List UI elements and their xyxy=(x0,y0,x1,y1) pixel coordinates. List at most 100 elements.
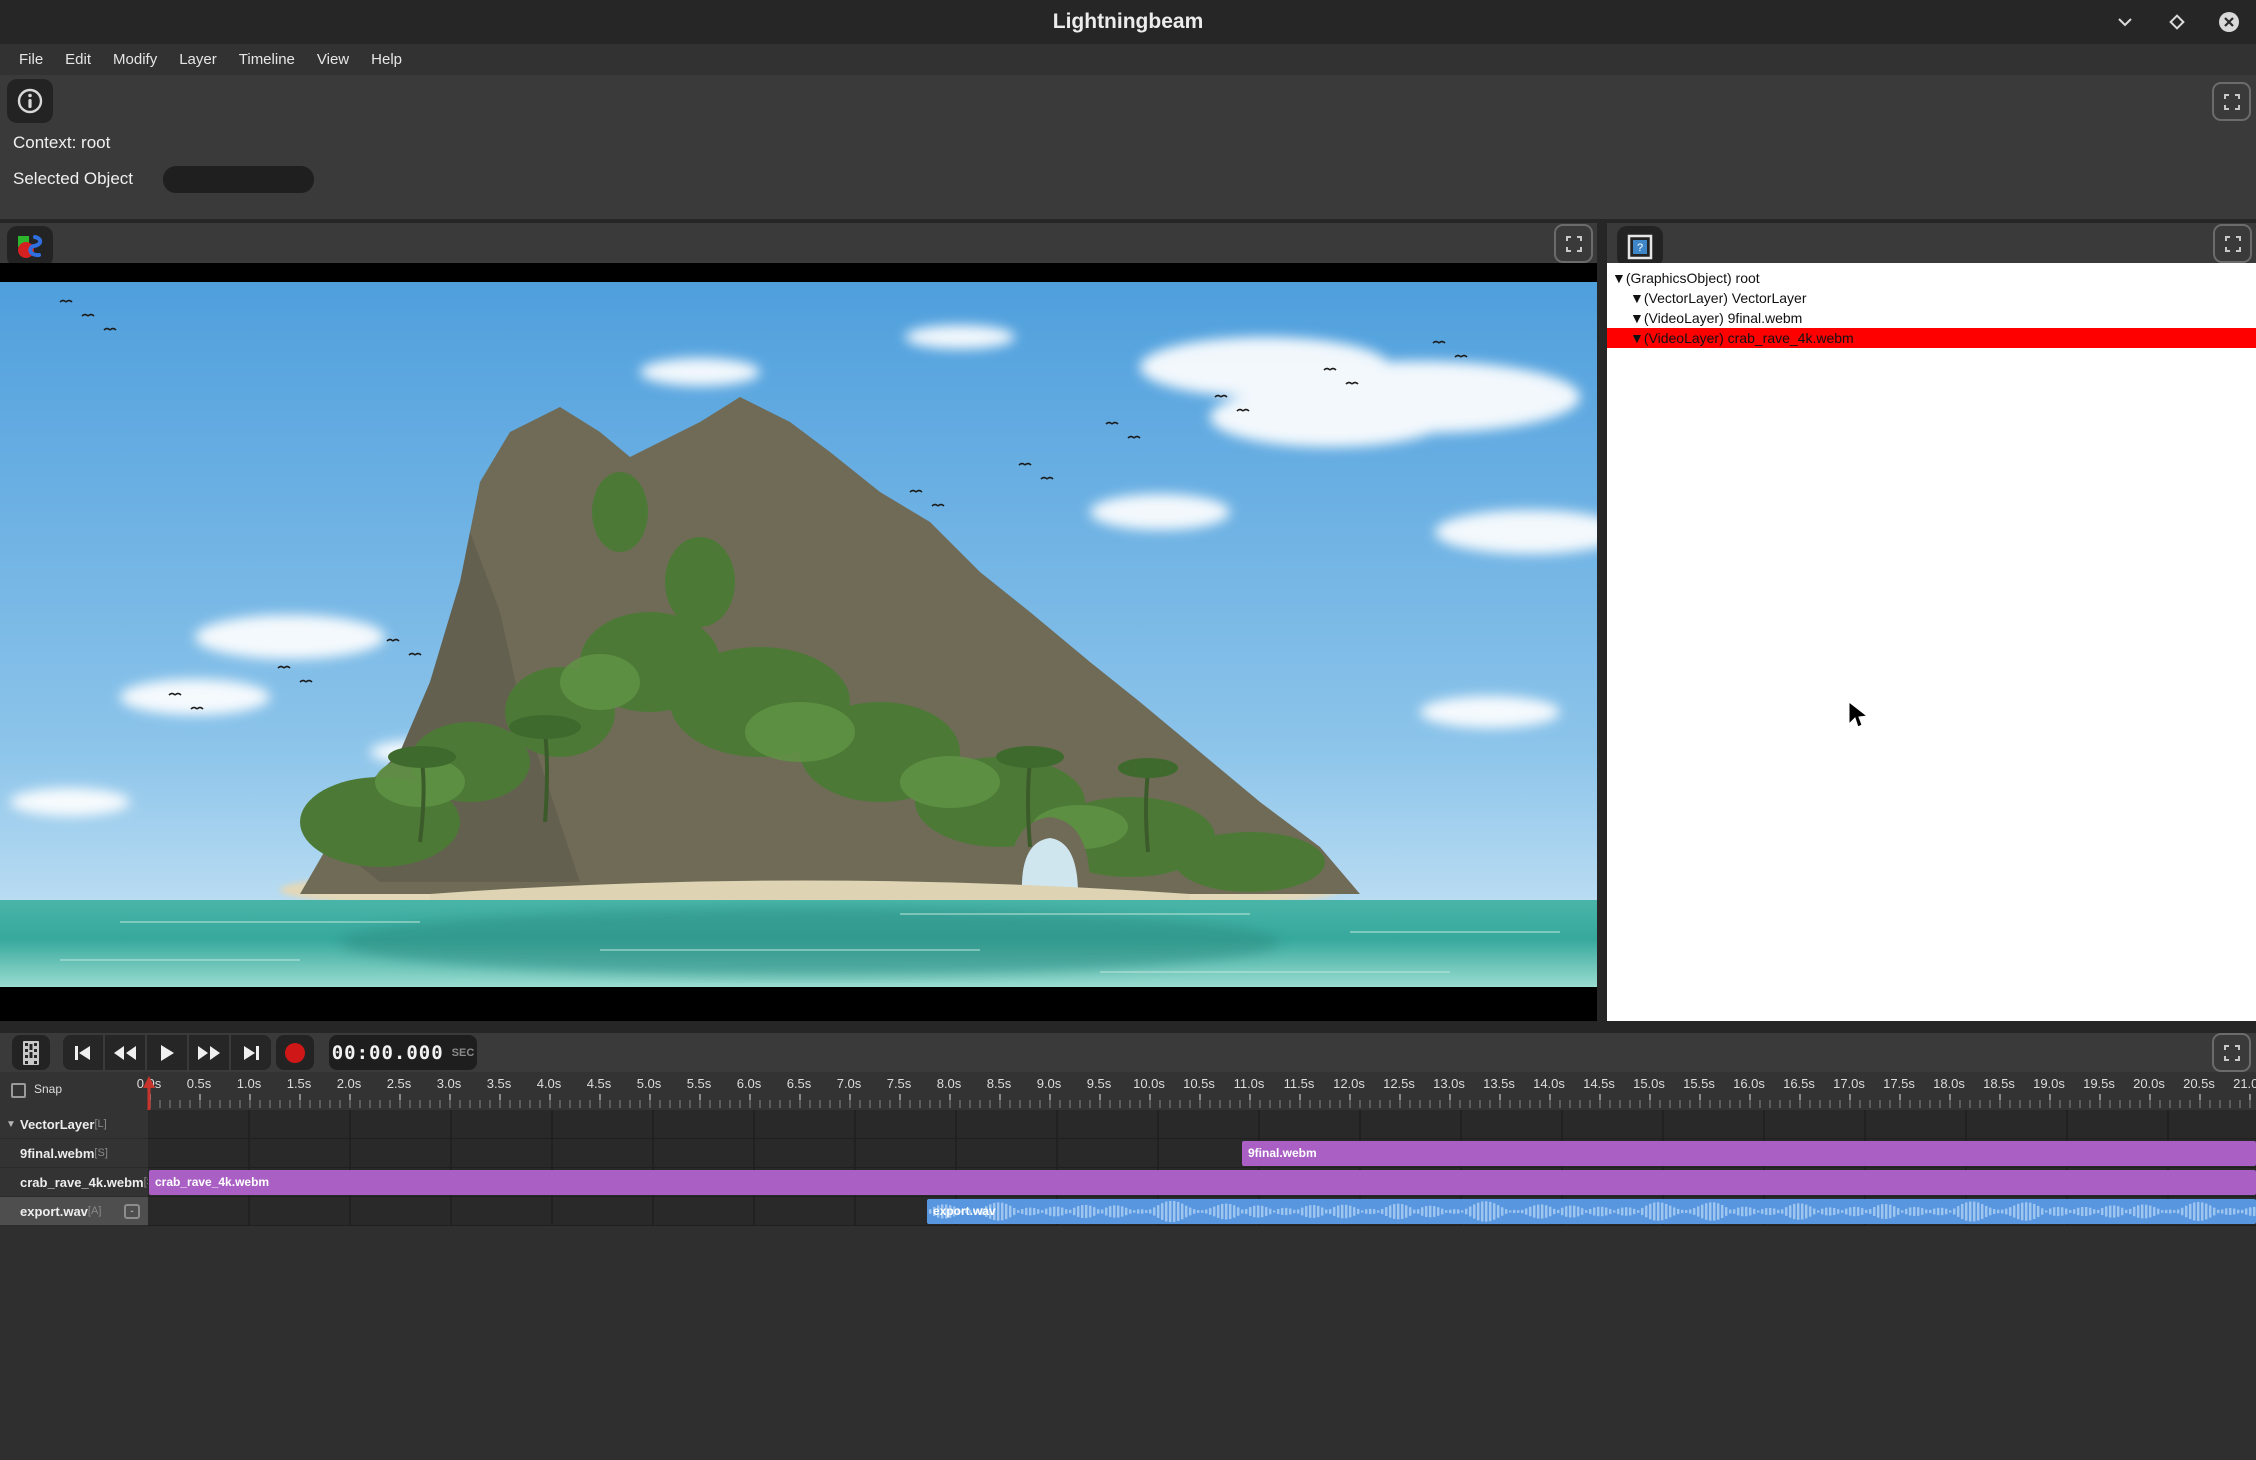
ruler-label: 8.0s xyxy=(937,1076,962,1091)
play-icon xyxy=(159,1044,175,1062)
collapse-arrow-icon[interactable]: ▼ xyxy=(6,1119,16,1130)
app-logo-button[interactable] xyxy=(7,226,53,267)
selected-object-input[interactable] xyxy=(163,166,314,193)
rewind-icon xyxy=(113,1045,137,1061)
ruler-minor-ticks xyxy=(149,1100,2256,1108)
ruler-label: 15.5s xyxy=(1683,1076,1715,1091)
outline-row[interactable]: ▼(GraphicsObject) root xyxy=(1607,268,2256,288)
menu-file[interactable]: File xyxy=(8,51,54,68)
clip-9final.webm[interactable]: 9final.webm xyxy=(1242,1141,2256,1166)
menu-layer[interactable]: Layer xyxy=(168,51,228,68)
track-type-tag: [S] xyxy=(94,1147,107,1159)
fast-forward-icon xyxy=(197,1045,221,1061)
record-icon xyxy=(285,1043,305,1063)
fullscreen-icon xyxy=(2223,1044,2241,1062)
track-type-tag: [L] xyxy=(94,1118,106,1130)
menu-view[interactable]: View xyxy=(306,51,360,68)
image-placeholder-button[interactable]: ? xyxy=(1617,226,1663,267)
outline-row[interactable]: ▼(VideoLayer) crab_rave_4k.webm xyxy=(1607,328,2256,348)
ruler-label: 12.5s xyxy=(1383,1076,1415,1091)
window-controls xyxy=(2112,0,2242,44)
stage-canvas[interactable] xyxy=(0,263,1597,1021)
play-button[interactable] xyxy=(147,1035,187,1070)
ruler-label: 12.0s xyxy=(1333,1076,1365,1091)
clip-label: export.wav xyxy=(933,1199,996,1224)
ruler-label: 20.0s xyxy=(2133,1076,2165,1091)
selected-object-label: Selected Object xyxy=(13,169,133,189)
skip-to-start-button[interactable] xyxy=(63,1035,103,1070)
menu-help[interactable]: Help xyxy=(360,51,413,68)
inspector-panel: Context: root Selected Object xyxy=(0,75,2256,219)
ruler-label: 3.0s xyxy=(437,1076,462,1091)
record-button[interactable] xyxy=(276,1035,314,1070)
outline-row[interactable]: ▼(VideoLayer) 9final.webm xyxy=(1607,308,2256,328)
ruler-label: 5.0s xyxy=(637,1076,662,1091)
rewind-button[interactable] xyxy=(105,1035,145,1070)
maximize-button[interactable] xyxy=(2164,9,2190,35)
track-type-tag: [A] xyxy=(88,1205,101,1217)
stage-fullscreen-button[interactable] xyxy=(1554,224,1593,263)
timeline-fullscreen-button[interactable] xyxy=(2212,1033,2251,1072)
close-button[interactable] xyxy=(2216,9,2242,35)
ruler-label: 0.5s xyxy=(187,1076,212,1091)
menu-bar: FileEditModifyLayerTimelineViewHelp xyxy=(0,44,2256,75)
info-button[interactable] xyxy=(7,79,53,123)
ruler-label: 10.0s xyxy=(1133,1076,1165,1091)
fullscreen-icon xyxy=(2223,93,2241,111)
ruler-label: 18.0s xyxy=(1933,1076,1965,1091)
film-button[interactable] xyxy=(12,1035,50,1070)
ruler-label: 16.0s xyxy=(1733,1076,1765,1091)
track-name: VectorLayer xyxy=(20,1117,94,1132)
svg-text:?: ? xyxy=(1637,242,1643,254)
ruler-label: 13.5s xyxy=(1483,1076,1515,1091)
transport-bar: 00:00.000 SEC xyxy=(0,1033,2256,1072)
close-icon xyxy=(2217,10,2241,34)
ruler-label: 6.5s xyxy=(787,1076,812,1091)
menu-items: FileEditModifyLayerTimelineViewHelp xyxy=(8,51,413,68)
ruler-label: 4.5s xyxy=(587,1076,612,1091)
ruler-label: 8.5s xyxy=(987,1076,1012,1091)
track-label-export.wav[interactable]: export.wav[A]- xyxy=(0,1197,148,1226)
menu-modify[interactable]: Modify xyxy=(102,51,168,68)
context-label: Context: root xyxy=(13,133,110,153)
minimize-button[interactable] xyxy=(2112,9,2138,35)
clip-export.wav[interactable]: export.wav xyxy=(927,1199,2256,1224)
video-preview-island xyxy=(0,282,1597,987)
ruler-label: 11.5s xyxy=(1284,1076,1315,1091)
track-name: crab_rave_4k.webm xyxy=(20,1175,144,1190)
ruler-label: 20.5s xyxy=(2183,1076,2215,1091)
skip-to-end-button[interactable] xyxy=(231,1035,271,1070)
ruler-label: 9.5s xyxy=(1087,1076,1112,1091)
fullscreen-icon xyxy=(1565,235,1583,253)
time-display: 00:00.000 SEC xyxy=(329,1035,477,1070)
skip-to-end-icon xyxy=(241,1045,261,1061)
track-name: 9final.webm xyxy=(20,1146,94,1161)
outline-row[interactable]: ▼(VectorLayer) VectorLayer xyxy=(1607,288,2256,308)
track-label-9final.webm[interactable]: 9final.webm[S] xyxy=(0,1139,148,1168)
ruler-label: 6.0s xyxy=(737,1076,762,1091)
inspector-fullscreen-button[interactable] xyxy=(2212,82,2251,121)
playhead[interactable] xyxy=(141,1076,157,1110)
track-row-crab_rave_4k.webm[interactable]: crab_rave_4k.webm xyxy=(148,1168,2256,1197)
menu-timeline[interactable]: Timeline xyxy=(228,51,306,68)
track-row-VectorLayer[interactable] xyxy=(148,1110,2256,1139)
timeline-ruler[interactable]: 0.0s0.5s1.0s1.5s2.0s2.5s3.0s3.5s4.0s4.5s… xyxy=(0,1076,2256,1092)
track-label-VectorLayer[interactable]: ▼ VectorLayer[L] xyxy=(0,1110,148,1139)
track-row-9final.webm[interactable]: 9final.webm xyxy=(148,1139,2256,1168)
time-unit-label: SEC xyxy=(452,1047,475,1059)
missing-image-icon: ? xyxy=(1626,233,1654,261)
clip-crab_rave_4k.webm[interactable]: crab_rave_4k.webm xyxy=(149,1170,2256,1195)
menu-edit[interactable]: Edit xyxy=(54,51,102,68)
ruler-label: 2.5s xyxy=(387,1076,412,1091)
ruler-label: 1.0s xyxy=(237,1076,262,1091)
fast-forward-button[interactable] xyxy=(189,1035,229,1070)
track-row-export.wav[interactable]: export.wav xyxy=(148,1197,2256,1226)
track-label-crab_rave_4k.webm[interactable]: crab_rave_4k.webm[S] xyxy=(0,1168,148,1197)
window-title: Lightningbeam xyxy=(1053,10,1204,34)
ruler-label: 14.0s xyxy=(1533,1076,1565,1091)
track-option-button[interactable]: - xyxy=(124,1204,140,1219)
track-type-tag: [S] xyxy=(144,1176,148,1188)
ruler-label: 5.5s xyxy=(687,1076,712,1091)
outline-fullscreen-button[interactable] xyxy=(2213,224,2252,263)
ruler-label: 17.0s xyxy=(1833,1076,1865,1091)
